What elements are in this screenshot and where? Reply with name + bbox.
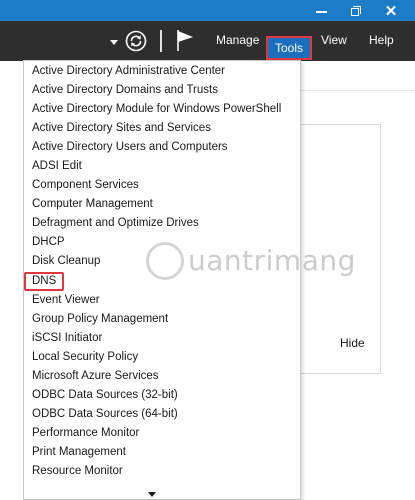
close-icon: ✕ (384, 2, 398, 20)
title-bar: ✕ (0, 0, 415, 21)
menu-item-performance-monitor[interactable]: Performance Monitor (32, 424, 139, 443)
menu-view[interactable]: View (321, 33, 347, 47)
menu-item-odbc-64[interactable]: ODBC Data Sources (64-bit) (32, 405, 178, 424)
menu-item-azure-services[interactable]: Microsoft Azure Services (32, 367, 159, 386)
tools-dropdown-menu: Active Directory Administrative Center A… (23, 60, 301, 500)
background-divider (300, 90, 415, 91)
toolbar: Manage Tools View Help (0, 21, 415, 61)
menu-item-disk-cleanup[interactable]: Disk Cleanup (32, 252, 100, 271)
menu-item-adsi-edit[interactable]: ADSI Edit (32, 157, 82, 176)
menu-item-print-management[interactable]: Print Management (32, 443, 126, 462)
menu-item-event-viewer[interactable]: Event Viewer (32, 291, 100, 310)
toolbar-separator (160, 30, 162, 52)
menu-tools[interactable]: Tools (266, 36, 312, 60)
refresh-icon[interactable] (125, 30, 147, 52)
hide-link[interactable]: Hide (340, 336, 365, 350)
navigation-dropdown-arrow-icon[interactable] (110, 40, 118, 45)
menu-item-ad-sites-services[interactable]: Active Directory Sites and Services (32, 119, 211, 138)
flag-icon[interactable] (175, 28, 195, 52)
menu-item-defragment[interactable]: Defragment and Optimize Drives (32, 214, 199, 233)
menu-item-dns[interactable]: DNS (24, 272, 65, 291)
menu-item-odbc-32[interactable]: ODBC Data Sources (32-bit) (32, 386, 178, 405)
menu-manage[interactable]: Manage (216, 33, 259, 47)
restore-icon-back (353, 6, 361, 14)
menu-help[interactable]: Help (369, 33, 394, 47)
menu-item-dhcp[interactable]: DHCP (32, 233, 65, 252)
menu-item-computer-management[interactable]: Computer Management (32, 195, 153, 214)
menu-item-ad-module-powershell[interactable]: Active Directory Module for Windows Powe… (32, 100, 281, 119)
menu-item-ad-users-computers[interactable]: Active Directory Users and Computers (32, 138, 228, 157)
menu-item-component-services[interactable]: Component Services (32, 176, 139, 195)
menu-item-resource-monitor[interactable]: Resource Monitor (32, 462, 123, 481)
menu-item-local-security-policy[interactable]: Local Security Policy (32, 348, 138, 367)
minimize-icon (315, 10, 327, 13)
menu-item-ad-domains-trusts[interactable]: Active Directory Domains and Trusts (32, 81, 218, 100)
close-button[interactable]: ✕ (375, 0, 407, 21)
menu-item-group-policy[interactable]: Group Policy Management (32, 310, 168, 329)
minimize-button[interactable] (305, 0, 337, 21)
menu-item-ad-admin-center[interactable]: Active Directory Administrative Center (32, 62, 225, 81)
scroll-down-arrow-icon[interactable] (148, 492, 156, 497)
restore-button[interactable] (338, 0, 370, 21)
menu-item-iscsi-initiator[interactable]: iSCSI Initiator (32, 329, 102, 348)
